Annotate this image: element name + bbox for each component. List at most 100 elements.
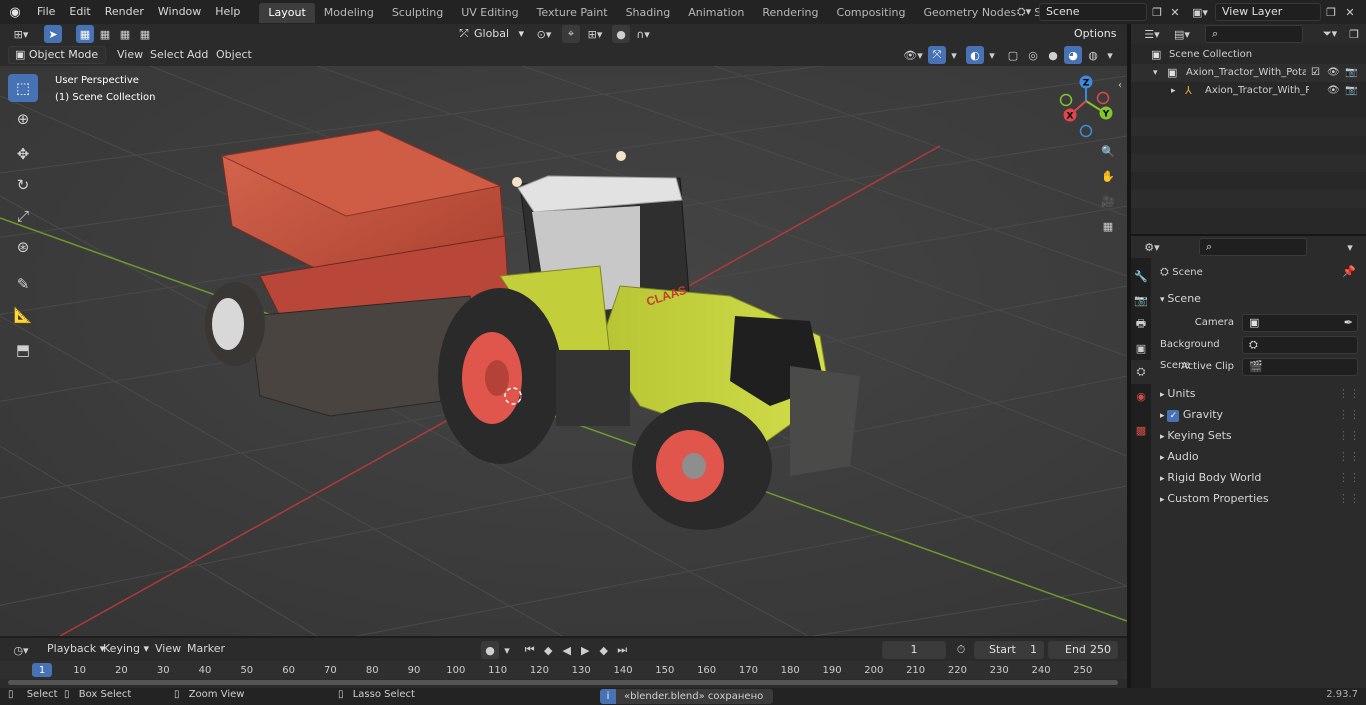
new-scene-icon[interactable]: ❐ [1148,3,1166,21]
annotate-tool-icon[interactable]: ✎ [8,270,38,298]
camera-restrict-icon[interactable]: 📷 [1345,82,1357,100]
drag-handle-icon[interactable]: ⋮⋮ [1338,488,1360,509]
timeline-scrollbar[interactable] [8,680,1118,685]
menu-file[interactable]: File [30,0,62,24]
outliner-row-collection[interactable]: ▾ ▣ Axion_Tractor_With_Potato_P ☑ 👁 📷 [1131,64,1366,82]
tab-texture-paint[interactable]: Texture Paint [528,3,617,23]
scene-tab-icon[interactable]: ⛭ [1131,360,1151,384]
eyedropper-icon[interactable]: ✒ [1344,315,1353,331]
active-clip-field[interactable]: 🎬 [1242,358,1358,376]
xray-toggle-icon[interactable]: ▢ [1004,46,1022,64]
keying-sets-panel-header[interactable]: ▸ Keying Sets ⋮⋮ [1160,425,1360,446]
menu-edit[interactable]: Edit [62,0,97,24]
select-extend-icon[interactable]: ▦ [96,25,114,43]
texture-tab-icon[interactable]: ▩ [1131,418,1151,442]
output-tab-icon[interactable]: 🖶 [1131,312,1151,336]
options-dropdown[interactable]: Options▾ [1068,25,1124,58]
transform-tool-icon[interactable]: ⊛ [8,233,38,261]
play-icon[interactable]: ▶ [577,641,595,659]
select-new-icon[interactable]: ▦ [76,25,94,43]
rendered-shading-icon[interactable]: ◍ [1084,46,1102,64]
scale-tool-icon[interactable]: ⤢ [8,202,38,230]
rotate-tool-icon[interactable]: ↻ [8,171,38,199]
solid-shading-icon[interactable]: ● [1044,46,1062,64]
select-subtract-icon[interactable]: ▦ [116,25,134,43]
snap-target-icon[interactable]: ⊞▾ [582,25,608,43]
menu-render[interactable]: Render [98,0,151,24]
display-mode-icon[interactable]: ▤▾ [1169,25,1195,43]
view-layer-tab-icon[interactable]: ▣ [1131,336,1151,360]
zoom-view-icon[interactable]: 🔍 [1099,142,1117,160]
view-layer-icon[interactable]: ▣▾ [1188,3,1212,21]
rigid-body-world-panel-header[interactable]: ▸ Rigid Body World ⋮⋮ [1160,467,1360,488]
proportional-falloff-icon[interactable]: ∩▾ [630,25,656,43]
proportional-edit-icon[interactable]: ● [612,25,630,43]
audio-panel-header[interactable]: ▸ Audio ⋮⋮ [1160,446,1360,467]
new-collection-icon[interactable]: ❐ [1345,25,1363,43]
properties-options-icon[interactable]: ▾ [1341,238,1359,256]
checkbox-icon[interactable]: ☑ [1311,64,1320,82]
gravity-checkbox[interactable]: ✓ [1167,410,1180,422]
tab-uv-editing[interactable]: UV Editing [452,3,527,23]
material-shading-icon[interactable]: ◕ [1064,46,1082,64]
3d-viewport[interactable]: CLAAS Z Y X User Perspective (1) Scene C… [0,66,1127,636]
jump-start-icon[interactable]: ⏮ [521,641,539,659]
menu-window[interactable]: Window [151,0,208,24]
selection-mode-group[interactable]: ▦ ▦ ▦ ▦ [76,25,162,43]
tab-layout[interactable]: Layout [259,3,315,23]
gizmo-dropdown-icon[interactable]: ▾ [948,46,960,64]
menu-help[interactable]: Help [208,0,247,24]
tab-rendering[interactable]: Rendering [753,3,827,23]
drag-handle-icon[interactable]: ⋮⋮ [1338,446,1360,467]
select-tool-icon[interactable]: ➤ [44,25,62,43]
auto-keying-icon[interactable]: ● [481,641,499,659]
timeline-editor-type-icon[interactable]: ◷▾ [8,641,34,659]
grid-view-icon[interactable]: ▦ [1099,217,1117,235]
jump-end-icon[interactable]: ⏭ [614,641,632,659]
wireframe-shading-icon[interactable]: ◎ [1024,46,1042,64]
gravity-panel-header[interactable]: ▸ ✓ Gravity ⋮⋮ [1160,404,1360,425]
mode-selector[interactable]: ▣ Object Mode▾ [8,46,106,77]
prev-keyframe-icon[interactable]: ◆ [540,641,558,659]
pan-view-icon[interactable]: ✋ [1099,167,1117,185]
pivot-point-icon[interactable]: ⊙▾ [532,25,556,43]
new-view-layer-icon[interactable]: ❐ [1322,3,1340,21]
snap-toggle-icon[interactable]: ⌖ [562,25,580,43]
blender-logo-icon[interactable]: ◉ [0,0,30,24]
expand-arrow-icon[interactable]: ▸ [1171,82,1176,100]
outliner-search-input[interactable]: ⌕ [1205,25,1303,43]
add-cube-tool-icon[interactable]: ⬒ [8,336,38,364]
drag-handle-icon[interactable]: ⋮⋮ [1338,383,1360,404]
menu-object[interactable]: Object [209,44,259,66]
eye-icon[interactable]: 👁 [1327,64,1340,82]
shading-dropdown-icon[interactable]: ▾ [1104,46,1116,64]
editor-type-icon[interactable]: ⊞▾ [8,25,34,43]
remove-view-layer-icon[interactable]: ✕ [1341,3,1359,21]
measure-tool-icon[interactable]: 📐 [8,301,38,329]
remove-scene-icon[interactable]: ✕ [1166,3,1184,21]
properties-editor-type-icon[interactable]: ⚙▾ [1139,238,1165,256]
select-box-tool-icon[interactable]: ⬚ [8,74,38,102]
scene-selector[interactable]: Scene [1039,3,1147,21]
drag-handle-icon[interactable]: ⋮⋮ [1338,404,1360,425]
view-layer-selector[interactable]: View Layer [1215,3,1321,21]
timeline-marker-menu[interactable]: Marker [180,638,232,660]
tab-modeling[interactable]: Modeling [315,3,383,23]
overlays-dropdown-icon[interactable]: ▾ [986,46,998,64]
outliner-editor-type-icon[interactable]: ☰▾ [1139,25,1165,43]
render-tab-icon[interactable]: 📷 [1131,288,1151,312]
custom-properties-panel-header[interactable]: ▸ Custom Properties ⋮⋮ [1160,488,1360,509]
play-reverse-icon[interactable]: ◀ [558,641,576,659]
tab-sculpting[interactable]: Sculpting [383,3,452,23]
tool-tab-icon[interactable]: 🔧 [1131,264,1151,288]
expand-arrow-icon[interactable]: ▾ [1153,64,1158,82]
select-invert-icon[interactable]: ▦ [136,25,154,43]
tab-compositing[interactable]: Compositing [828,3,915,23]
camera-view-icon[interactable]: 🎥 [1099,192,1117,210]
start-frame-field[interactable]: Start 1 [974,641,1044,659]
sidebar-toggle-icon[interactable]: ‹ [1118,80,1122,91]
gizmo-toggle-icon[interactable]: ⤧ [928,46,946,64]
transform-orientation-dropdown[interactable]: Global ▾ [474,25,524,43]
cursor-tool-icon[interactable]: ⊕ [8,105,38,133]
outliner-row-scene-collection[interactable]: ▣ Scene Collection [1131,46,1366,64]
